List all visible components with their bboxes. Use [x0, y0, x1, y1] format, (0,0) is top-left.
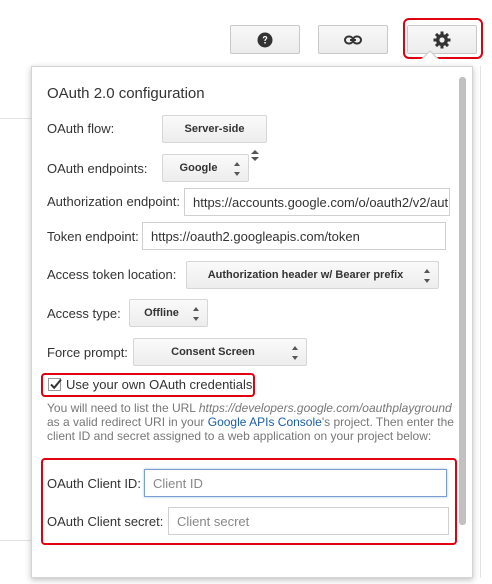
link-button[interactable]: [318, 25, 388, 54]
oauth-endpoints-select[interactable]: Google: [162, 154, 249, 182]
panel-title: OAuth 2.0 configuration: [47, 85, 205, 102]
select-arrows-icon: [193, 307, 200, 321]
select-arrows-icon: [424, 269, 431, 283]
client-secret-input[interactable]: Client secret: [168, 507, 449, 535]
oauth-endpoints-label: OAuth endpoints:: [47, 161, 148, 176]
question-circle-icon: [257, 32, 273, 47]
google-apis-console-link[interactable]: Google APIs Console: [208, 415, 322, 429]
client-secret-placeholder: Client secret: [177, 513, 250, 529]
token-endpoint-label: Token endpoint:: [47, 229, 139, 244]
help-text-part2: as a valid redirect URI in your: [47, 415, 208, 429]
link-icon: [344, 35, 362, 44]
token-endpoint-value: https://oauth2.googleapis.com/token: [151, 228, 360, 244]
page-divider: [480, 66, 481, 578]
help-text-part1: You will need to list the URL: [47, 401, 199, 415]
force-prompt-label: Force prompt:: [47, 345, 128, 360]
own-credentials-checkbox[interactable]: [48, 378, 62, 391]
client-secret-label: OAuth Client secret:: [47, 514, 164, 529]
force-prompt-select[interactable]: Consent Screen: [133, 338, 307, 366]
oauth-flow-button[interactable]: Server-side: [162, 115, 267, 143]
token-endpoint-input[interactable]: https://oauth2.googleapis.com/token: [142, 222, 446, 250]
oauth-flow-label: OAuth flow:: [47, 121, 115, 136]
panel-caret-inner: [422, 52, 438, 60]
oauth-flow-value: Server-side: [184, 123, 245, 135]
page-divider: [0, 540, 31, 541]
oauth-endpoints-value: Google: [179, 162, 218, 174]
access-type-value: Offline: [144, 307, 179, 319]
panel-scrollbar[interactable]: [459, 77, 466, 525]
authorization-endpoint-value: https://accounts.google.com/o/oauth2/v2/…: [193, 194, 450, 210]
authorization-endpoint-input[interactable]: https://accounts.google.com/o/oauth2/v2/…: [184, 188, 450, 216]
redirect-uri-help-text: You will need to list the URL https://de…: [47, 401, 457, 443]
checkmark-icon: [50, 378, 62, 390]
access-token-location-select[interactable]: Authorization header w/ Bearer prefix: [186, 261, 439, 289]
page-divider: [0, 118, 31, 119]
settings-highlight: [403, 18, 483, 59]
client-id-placeholder: Client ID: [153, 475, 203, 491]
up-down-arrows-icon: [251, 150, 259, 164]
help-button[interactable]: [230, 25, 300, 54]
client-id-input[interactable]: Client ID: [144, 469, 447, 497]
own-credentials-label[interactable]: Use your own OAuth credentials: [66, 377, 252, 392]
access-token-location-label: Access token location:: [47, 267, 177, 282]
authorization-endpoint-label: Authorization endpoint:: [47, 194, 180, 209]
access-type-select[interactable]: Offline: [129, 299, 208, 327]
force-prompt-value: Consent Screen: [171, 346, 255, 358]
select-arrows-icon: [234, 162, 241, 176]
select-arrows-icon: [292, 346, 299, 360]
access-type-label: Access type:: [47, 306, 121, 321]
access-token-location-value: Authorization header w/ Bearer prefix: [207, 269, 404, 281]
client-id-label: OAuth Client ID:: [47, 476, 141, 491]
redirect-url: https://developers.google.com/oauthplayg…: [198, 401, 452, 415]
